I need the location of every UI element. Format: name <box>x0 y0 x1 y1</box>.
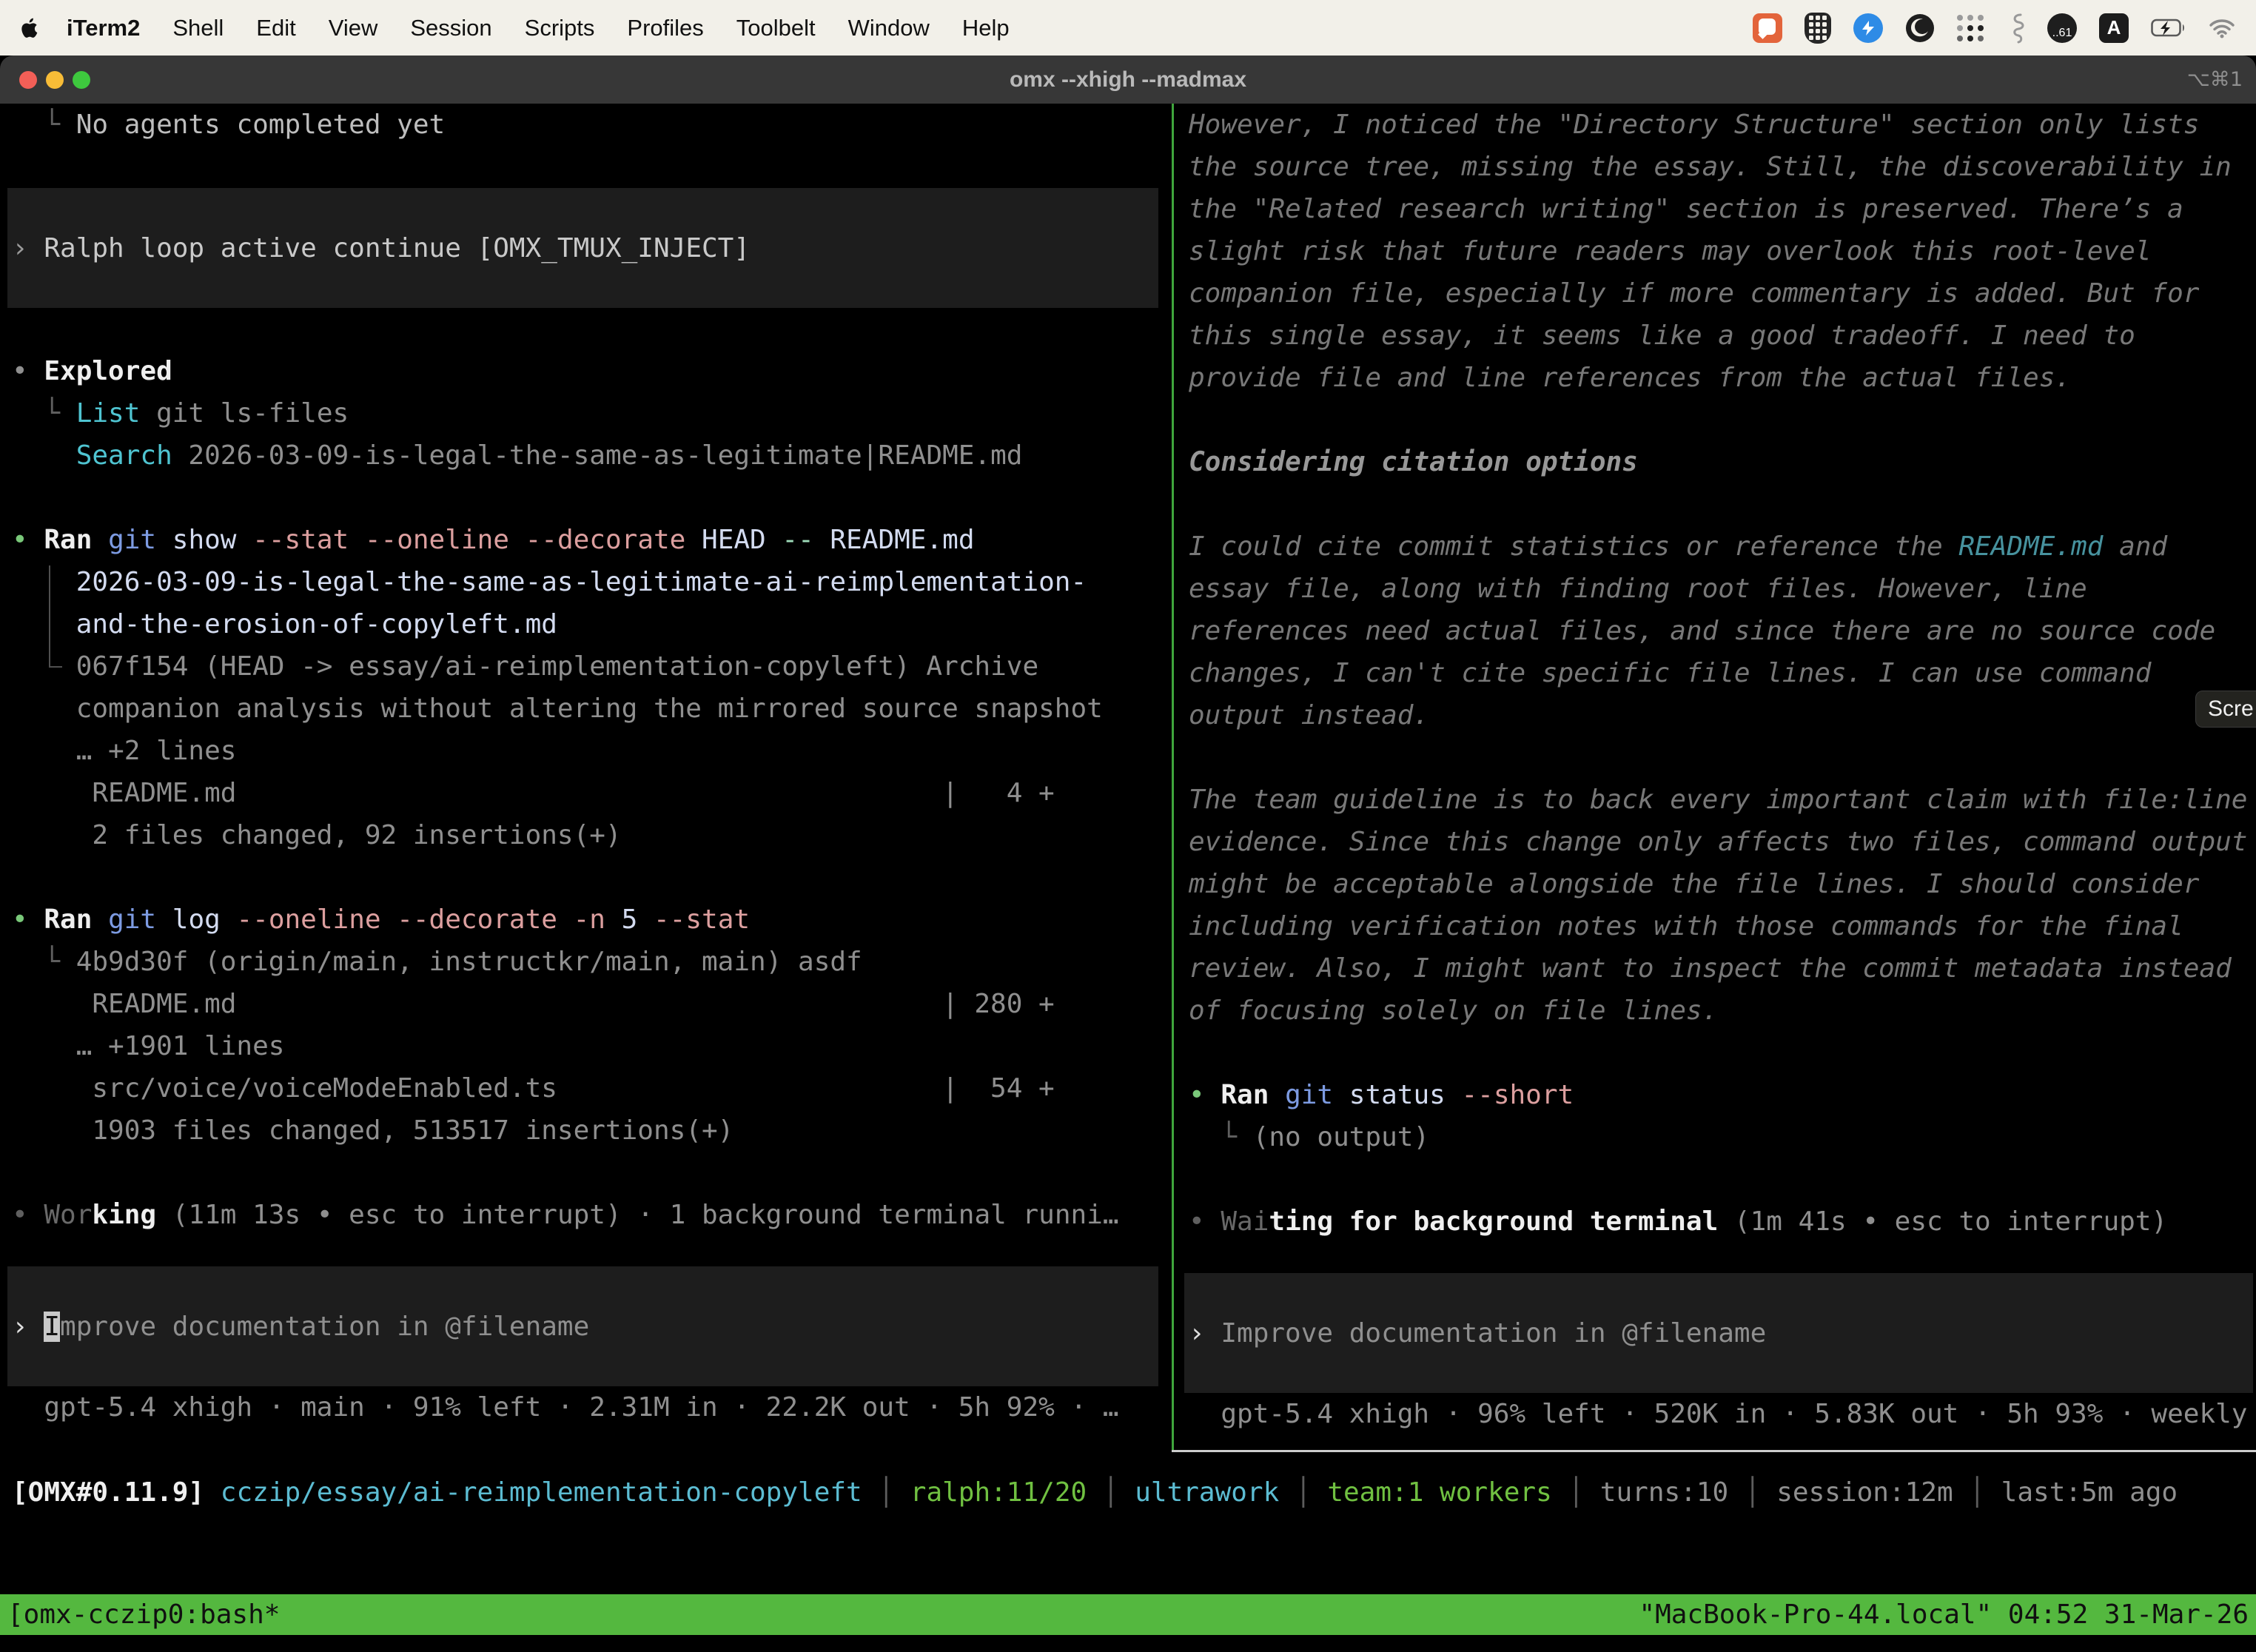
menu-item-view[interactable]: View <box>312 15 395 41</box>
terminal-line: references need actual files, and since … <box>1184 610 2253 652</box>
dots-grid-icon[interactable] <box>1957 15 1984 41</box>
terminal-line: companion file, especially if more comme… <box>1184 272 2253 315</box>
moon-circle-icon[interactable] <box>1905 13 1935 43</box>
terminal-line: slight risk that future readers may over… <box>1184 230 2253 272</box>
terminal-line: • Ran git show --stat --oneline --decora… <box>7 519 1158 561</box>
terminal-line: The team guideline is to back every impo… <box>1184 779 2253 821</box>
squiggle-icon[interactable] <box>2006 13 2025 44</box>
prompt-input[interactable]: › Improve documentation in @filename <box>7 1266 1158 1386</box>
terminal-line: changes, I can't cite specific file line… <box>1184 652 2253 694</box>
blank-line <box>7 308 1158 350</box>
blank-line <box>7 856 1158 899</box>
terminal-line: └ No agents completed yet <box>7 104 1158 146</box>
terminal-line: src/voice/voiceModeEnabled.ts| 54 + <box>7 1067 1158 1109</box>
menu-item-toolbelt[interactable]: Toolbelt <box>720 15 832 41</box>
iterm2-window: omx --xhigh --madmax ⌥⌘1 └ No agents com… <box>0 56 2256 1652</box>
terminal-line: • Working (11m 13s • esc to interrupt) ·… <box>7 1194 1158 1236</box>
tmux-host-clock-label: "MacBook-Pro-44.local" 04:52 31-Mar-26 <box>1639 1599 2249 1630</box>
blank-line <box>1184 1158 2253 1201</box>
wifi-icon[interactable] <box>2209 18 2235 38</box>
terminal-line: essay file, along with finding root file… <box>1184 568 2253 610</box>
tmux-status-bar: [omx-cczip0:bash* "MacBook-Pro-44.local"… <box>0 1594 2256 1635</box>
tmux-session-label: [omx-cczip0:bash* <box>7 1599 280 1630</box>
terminal-pane-right[interactable]: However, I noticed the "Directory Struct… <box>1184 104 2253 1451</box>
terminal-line: this single essay, it seems like a good … <box>1184 315 2253 357</box>
shield-grid-icon[interactable] <box>1805 13 1831 44</box>
pane-divider[interactable] <box>1172 104 1174 1451</box>
terminal-line: review. Also, I might want to inspect th… <box>1184 947 2253 990</box>
screen-indicator-label: Scre <box>2208 696 2254 721</box>
terminal-line: companion analysis without altering the … <box>7 688 1158 730</box>
blank-line <box>1184 399 2253 441</box>
terminal-line: └ (no output) <box>1184 1116 2253 1158</box>
blank-line <box>1184 483 2253 526</box>
terminal-line: Search 2026-03-09-is-legal-the-same-as-l… <box>7 434 1158 477</box>
menu-bar: iTerm2ShellEditViewSessionScriptsProfile… <box>0 0 2256 56</box>
terminal-line: Considering citation options <box>1184 441 2253 483</box>
terminal-line: … +1901 lines <box>7 1025 1158 1067</box>
screen-indicator-chip[interactable]: Scre <box>2195 691 2256 728</box>
terminal-line: and-the-erosion-of-copyleft.md <box>7 603 1158 645</box>
apple-logo-icon[interactable] <box>21 17 40 39</box>
battery-icon[interactable] <box>2151 19 2186 38</box>
menu-item-iterm2[interactable]: iTerm2 <box>50 15 156 41</box>
badge-61-icon[interactable]: ..61 <box>2047 13 2077 43</box>
blank-line <box>7 477 1158 519</box>
terminal-line: gpt-5.4 xhigh · 96% left · 520K in · 5.8… <box>1184 1393 2253 1435</box>
terminal-line: • Ran git status --short <box>1184 1074 2253 1116</box>
terminal-line: 1903 files changed, 513517 insertions(+) <box>7 1109 1158 1152</box>
chat-icon[interactable] <box>1753 13 1782 43</box>
menu-item-window[interactable]: Window <box>832 15 946 41</box>
terminal-line: the "Related research writing" section i… <box>1184 188 2253 230</box>
terminal-line: output instead. <box>1184 694 2253 736</box>
omx-status-bar: [OMX#0.11.9] cczip/essay/ai-reimplementa… <box>7 1471 2250 1514</box>
terminal-line: • Explored <box>7 350 1158 392</box>
terminal-line: of focusing solely on file lines. <box>1184 990 2253 1032</box>
omx-status-line: [OMX#0.11.9] cczip/essay/ai-reimplementa… <box>7 1471 2250 1514</box>
terminal-line: README.md| 280 + <box>7 983 1158 1025</box>
blank-line <box>1184 1243 2253 1285</box>
terminal-line: might be acceptable alongside the file l… <box>1184 863 2253 905</box>
terminal-line: including verification notes with those … <box>1184 905 2253 947</box>
menu-status-icons: ..61 A <box>1753 13 2235 44</box>
terminal-line: 2026-03-09-is-legal-the-same-as-legitima… <box>7 561 1158 603</box>
menu-item-session[interactable]: Session <box>394 15 508 41</box>
terminal-line: └ 4b9d30f (origin/main, instructkr/main,… <box>7 941 1158 983</box>
blue-bolt-icon[interactable] <box>1853 13 1883 43</box>
terminal-line: 2 files changed, 92 insertions(+) <box>7 814 1158 856</box>
a-square-icon[interactable]: A <box>2099 13 2129 43</box>
blank-line <box>1184 736 2253 779</box>
pane-bottom-border <box>1172 1450 2256 1452</box>
window-title: omx --xhigh --madmax <box>0 56 2256 104</box>
terminal-line: README.md| 4 + <box>7 772 1158 814</box>
terminal-line: gpt-5.4 xhigh · main · 91% left · 2.31M … <box>7 1386 1158 1428</box>
prompt-input[interactable]: › Ralph loop active continue [OMX_TMUX_I… <box>7 188 1158 308</box>
terminal-line: 067f154 (HEAD -> essay/ai-reimplementati… <box>7 645 1158 688</box>
menu-item-help[interactable]: Help <box>946 15 1026 41</box>
menu-items: iTerm2ShellEditViewSessionScriptsProfile… <box>50 15 1026 41</box>
prompt-input[interactable]: › Improve documentation in @filename <box>1184 1273 2253 1393</box>
window-title-bar: omx --xhigh --madmax ⌥⌘1 <box>0 56 2256 104</box>
menu-item-edit[interactable]: Edit <box>240 15 312 41</box>
menu-item-scripts[interactable]: Scripts <box>508 15 611 41</box>
blank-line <box>7 1236 1158 1278</box>
terminal-line: the source tree, missing the essay. Stil… <box>1184 146 2253 188</box>
terminal-line: provide file and line references from th… <box>1184 357 2253 399</box>
window-shortcut-badge: ⌥⌘1 <box>2187 56 2243 104</box>
blank-line <box>7 146 1158 188</box>
menu-item-profiles[interactable]: Profiles <box>611 15 719 41</box>
terminal-line: I could cite commit statistics or refere… <box>1184 526 2253 568</box>
terminal-line: └ List git ls-files <box>7 392 1158 434</box>
blank-line <box>7 1152 1158 1194</box>
terminal-line: However, I noticed the "Directory Struct… <box>1184 104 2253 146</box>
menu-item-shell[interactable]: Shell <box>156 15 240 41</box>
terminal-line: evidence. Since this change only affects… <box>1184 821 2253 863</box>
blank-line <box>1184 1032 2253 1074</box>
terminal-pane-left[interactable]: └ No agents completed yet › Ralph loop ac… <box>7 104 1158 1451</box>
terminal-line: • Waiting for background terminal (1m 41… <box>1184 1201 2253 1243</box>
terminal-line: • Ran git log --oneline --decorate -n 5 … <box>7 899 1158 941</box>
terminal-line: … +2 lines <box>7 730 1158 772</box>
